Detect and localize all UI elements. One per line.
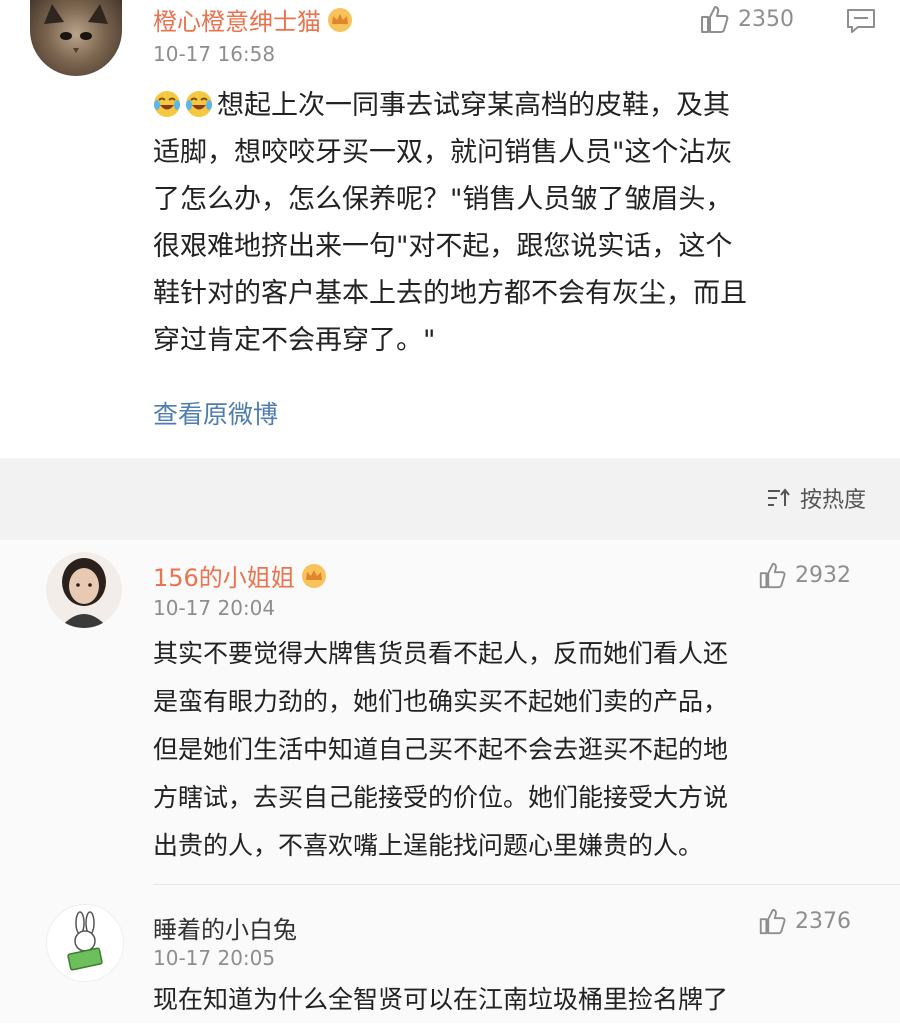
post-like-count: 2350	[738, 6, 794, 32]
post-line: 鞋针对的客户基本上去的地方都不会有灰尘，而且	[153, 278, 747, 309]
sort-by-hot-button[interactable]: 按热度	[766, 482, 866, 514]
avatar[interactable]	[30, 0, 122, 76]
comment-author[interactable]: 睡着的小白兔	[153, 910, 297, 945]
post-line: 穿过肯定不会再穿了。"	[153, 325, 436, 356]
thumb-up-icon	[759, 562, 786, 589]
comment-like-count: 2932	[795, 562, 851, 588]
vip-crown-icon	[299, 563, 329, 595]
comment-line: 方瞎试，去买自己能接受的价位。她们能接受大方说	[153, 783, 729, 812]
comment-body: 其实不要觉得大牌售货员看不起人，反而她们看人还 是蛮有眼力劲的，她们也确实买不起…	[153, 630, 728, 870]
user-portrait-icon	[60, 558, 108, 628]
comment-time: 10-17 20:04	[153, 596, 276, 620]
comment-body: 现在知道为什么全智贤可以在江南垃圾桶里捡名牌了	[153, 976, 728, 1024]
comment-like-button[interactable]: 2376	[757, 906, 851, 936]
post-time: 10-17 16:58	[153, 42, 276, 66]
comment-line: 但是她们生活中知道自己买不起不会去逛买不起的地	[153, 735, 729, 764]
comment-line: 其实不要觉得大牌售货员看不起人，反而她们看人还	[153, 639, 729, 668]
post-author[interactable]: 橙心橙意绅士猫	[153, 2, 355, 39]
avatar[interactable]	[46, 552, 122, 628]
cat-face-icon	[44, 4, 108, 53]
comment-like-button[interactable]: 2932	[757, 560, 851, 590]
comment-like-count: 2376	[795, 908, 851, 934]
comment-line: 现在知道为什么全智贤可以在江南垃圾桶里捡名牌了	[153, 985, 729, 1014]
post-like-button[interactable]: 2350	[698, 3, 794, 35]
view-original-link[interactable]: 查看原微博	[153, 395, 278, 431]
comment-line: 是蛮有眼力劲的，她们也确实买不起她们卖的产品，	[153, 687, 729, 716]
sort-icon	[767, 488, 790, 506]
comment-time: 10-17 20:05	[153, 946, 276, 970]
vip-crown-icon	[325, 7, 355, 39]
laugh-cry-emoji-icon	[185, 86, 213, 117]
thumb-up-icon	[701, 6, 729, 33]
section-separator: 按热度	[0, 458, 900, 540]
laugh-cry-emoji-icon	[153, 86, 181, 117]
post-body: 想起上次一同事去试穿某高档的皮鞋，及其 适脚，想咬咬牙买一双，就问销售人员"这个…	[153, 82, 747, 364]
bunny-avatar-icon	[67, 911, 103, 971]
sort-label: 按热度	[799, 488, 866, 513]
avatar[interactable]	[46, 904, 124, 982]
comment-line: 出贵的人，不喜欢嘴上逞能找问题心里嫌贵的人。	[153, 831, 704, 860]
comment-icon[interactable]	[846, 8, 876, 38]
comment-divider	[153, 884, 900, 885]
original-post: 橙心橙意绅士猫 10-17 16:58 2350 想起上次一同事去试穿某高档的皮…	[0, 0, 900, 458]
thumb-up-icon	[759, 908, 786, 935]
comment-author[interactable]: 156的小姐姐	[153, 558, 329, 595]
post-line: 想起上次一同事去试穿某高档的皮鞋，及其	[153, 82, 747, 129]
comment-list: 156的小姐姐 10-17 20:04 2932 其实不要觉得大牌售货员看不起人…	[0, 540, 900, 1023]
post-line: 了怎么办，怎么保养呢？"销售人员皱了皱眉头，	[153, 184, 733, 215]
post-line: 适脚，想咬咬牙买一双，就问销售人员"这个沾灰	[153, 137, 733, 168]
post-line: 很艰难地挤出来一句"对不起，跟您说实话，这个	[153, 231, 733, 262]
